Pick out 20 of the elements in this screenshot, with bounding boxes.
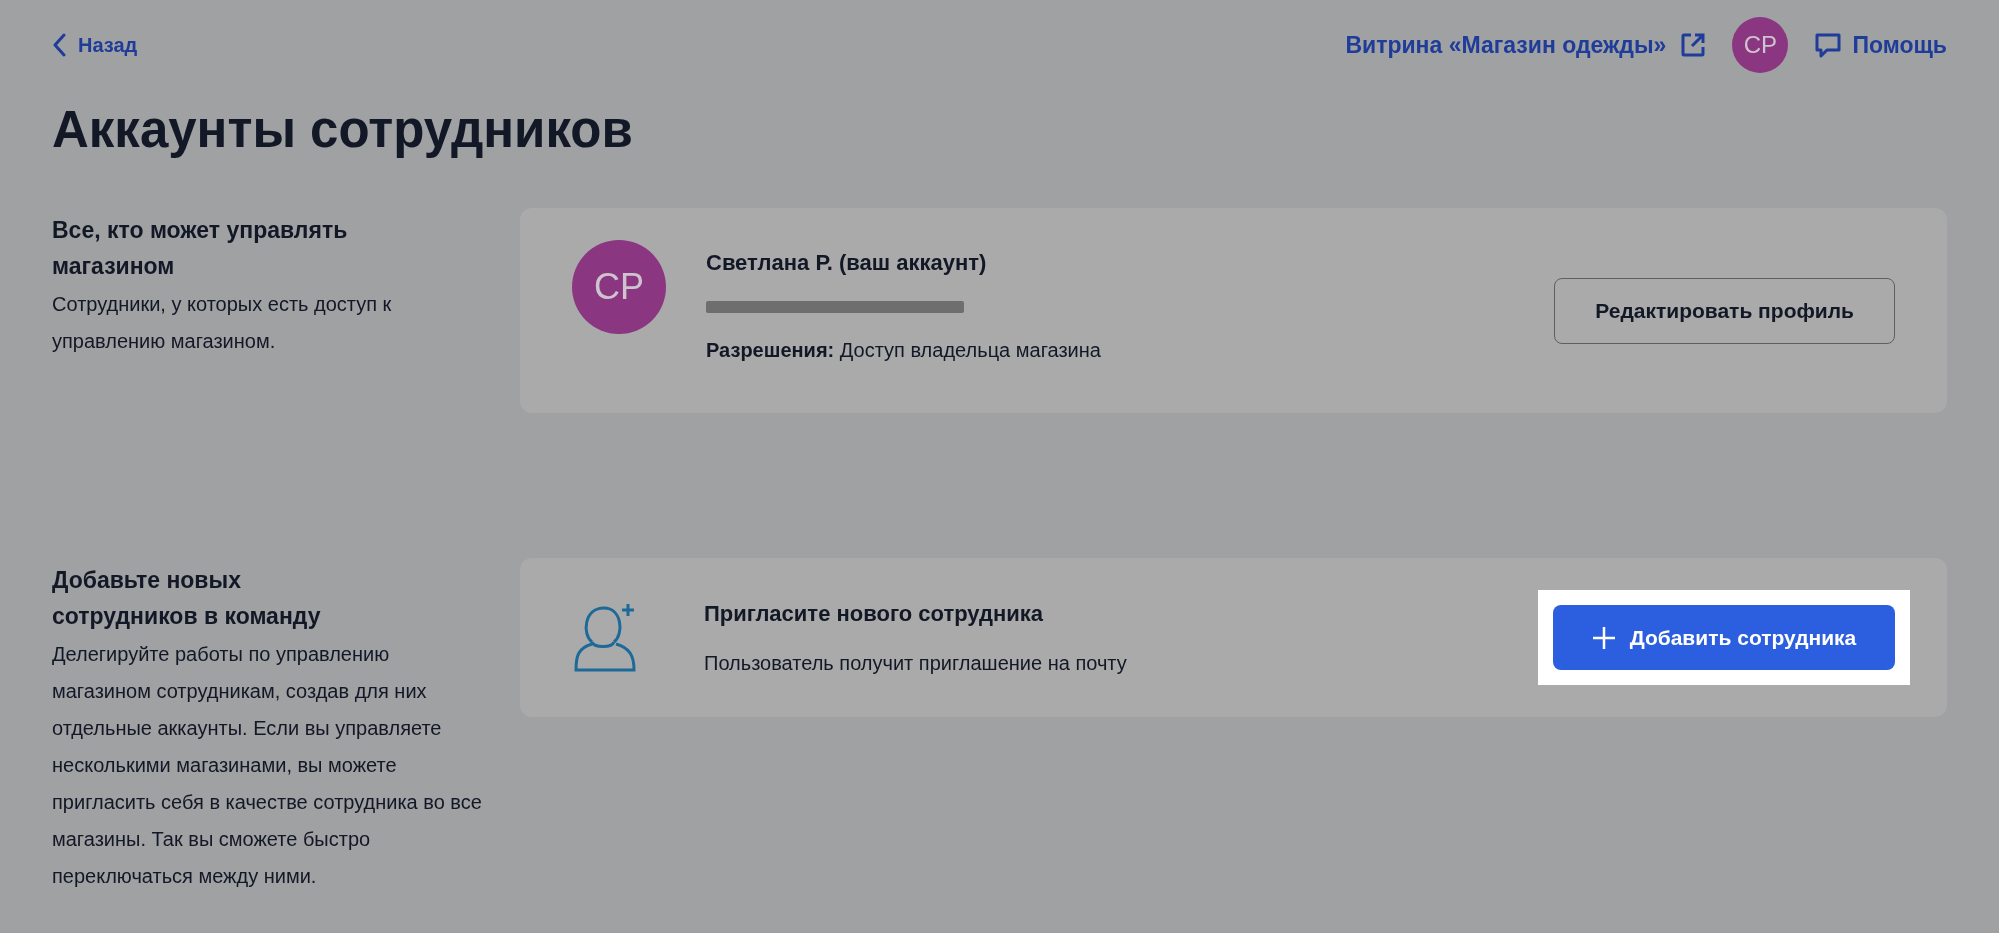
section-description: Сотрудники, у которых есть доступ к управлению магазином. — [52, 292, 393, 354]
back-link[interactable]: Назад — [52, 30, 138, 60]
add-employee-button[interactable]: Добавить сотрудника — [1553, 605, 1895, 670]
section-heading: Все, кто может управлять магазином — [52, 216, 349, 281]
invite-title: Пригласите нового сотрудника — [704, 600, 1045, 628]
edit-profile-button[interactable]: Редактировать профиль — [1554, 277, 1895, 344]
storefront-link[interactable]: Витрина «Магазин одежды» — [1345, 27, 1707, 63]
section-heading: Добавьте новых сотрудников в команду — [52, 566, 322, 631]
user-avatar[interactable]: СР — [1732, 17, 1789, 73]
external-link-icon — [1680, 32, 1707, 58]
back-chevron-icon — [52, 33, 66, 57]
user-avatar: СР — [572, 240, 666, 334]
plus-icon — [1591, 625, 1616, 650]
help-link[interactable]: Помощь — [1814, 27, 1947, 63]
user-name: Светлана Р. (ваш аккаунт) — [706, 249, 988, 277]
invite-subtitle: Пользователь получит приглашение на почту — [704, 651, 1128, 676]
page-title: Аккаунты сотрудников — [52, 100, 634, 160]
chat-bubble-icon — [1814, 31, 1843, 59]
section-description: Делегируйте работы по управлению магазином сотрудникам, создав для них отдельные аккаунты. Если вы управляете несколькими магазинами, вы можете пригласить себя в качестве сотрудника во все магазины. Так вы сможете быстро переключаться между ними. — [52, 642, 483, 889]
permissions-text: Разрешения: Доступ владельца магазина — [706, 338, 1102, 363]
